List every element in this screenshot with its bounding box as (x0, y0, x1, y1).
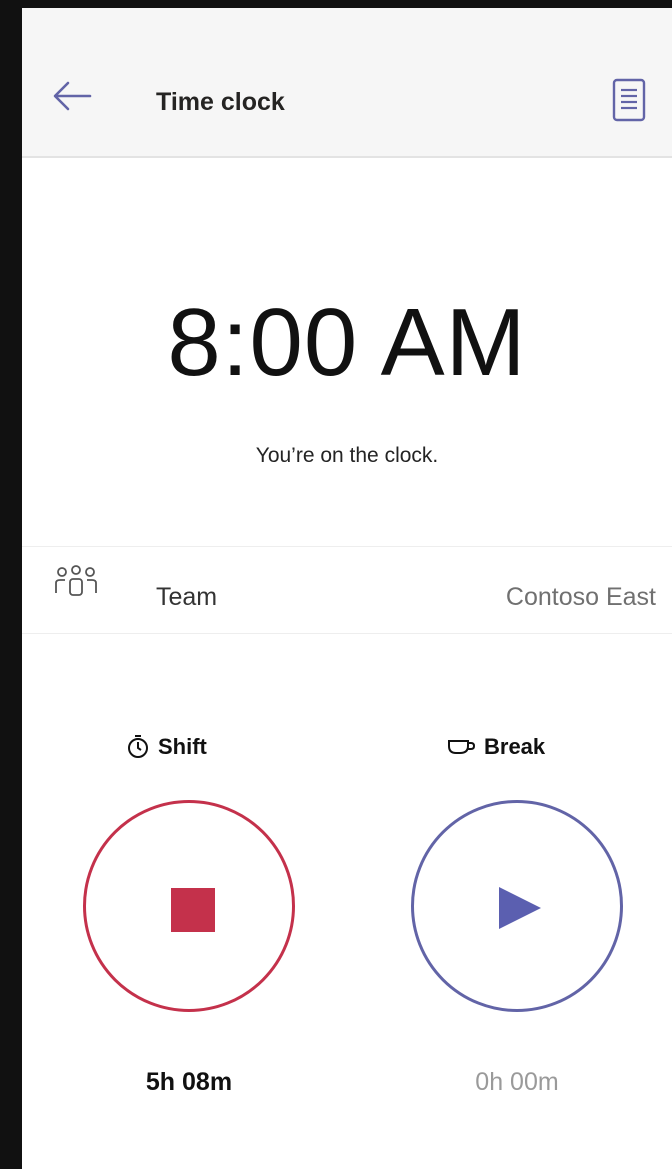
start-break-button[interactable] (411, 800, 623, 1012)
shift-label: Shift (158, 734, 207, 759)
people-team-icon (55, 565, 97, 596)
break-label: Break (484, 734, 546, 759)
page-title: Time clock (156, 88, 285, 116)
cup-icon (448, 740, 476, 754)
clock-time: 8:00 AM (167, 289, 527, 396)
arrow-left-icon (53, 81, 92, 111)
clock-status: You’re on the clock. (255, 444, 439, 467)
back-button[interactable] (50, 78, 94, 114)
shift-heading: Shift (126, 734, 207, 760)
device-frame: Time clock 8:00 AM You’re on the clock. (0, 0, 672, 1169)
document-icon (612, 78, 646, 122)
shift-duration: 5h 08m (145, 1068, 233, 1096)
play-icon (499, 887, 541, 929)
team-value: Contoso East (505, 583, 656, 611)
break-duration: 0h 00m (475, 1068, 559, 1096)
team-label: Team (156, 583, 218, 611)
timer-icon (128, 735, 148, 758)
timesheet-button[interactable] (610, 76, 648, 124)
stop-icon (171, 888, 215, 932)
break-heading: Break (446, 734, 545, 760)
clock-out-button[interactable] (83, 800, 295, 1012)
team-row[interactable]: Team Contoso East (22, 546, 672, 634)
app-header: Time clock (22, 8, 672, 158)
app-screen: Time clock 8:00 AM You’re on the clock. (22, 8, 672, 1169)
